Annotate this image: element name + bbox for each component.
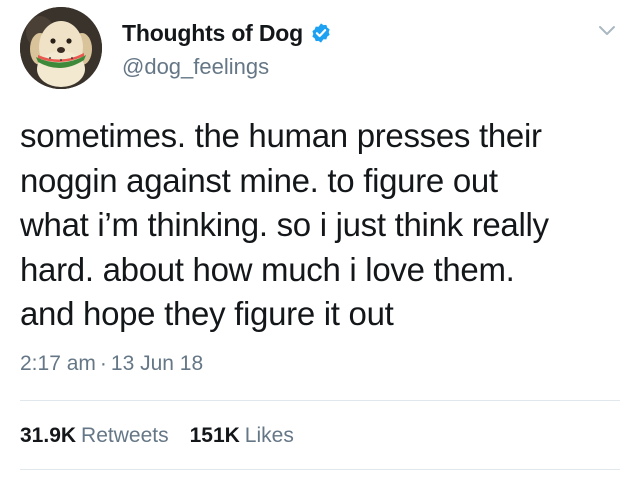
retweets-label: Retweets	[81, 424, 169, 447]
tweet-card: Thoughts of Dog @dog_feelings sometimes.…	[0, 0, 640, 478]
chevron-down-icon[interactable]	[596, 22, 618, 40]
display-name[interactable]: Thoughts of Dog	[122, 20, 303, 47]
user-handle[interactable]: @dog_feelings	[122, 54, 269, 80]
verified-badge-icon	[310, 22, 332, 44]
author-name-row: Thoughts of Dog	[122, 18, 332, 48]
tweet-stats: 31.9K Retweets 151K Likes	[20, 424, 315, 448]
tweet-date: 13 Jun 18	[110, 352, 204, 375]
tweet-time: 2:17 am	[20, 352, 96, 375]
dog-avatar-icon	[20, 7, 102, 89]
avatar[interactable]	[20, 7, 102, 89]
meta-separator: ·	[99, 352, 107, 375]
divider	[20, 400, 620, 401]
retweets-stat[interactable]: 31.9K Retweets	[20, 424, 169, 448]
likes-stat[interactable]: 151K Likes	[190, 424, 294, 448]
divider	[20, 469, 620, 470]
likes-label: Likes	[244, 424, 294, 447]
retweets-count: 31.9K	[20, 424, 77, 447]
tweet-timestamp[interactable]: 2:17 am · 13 Jun 18	[20, 352, 203, 376]
likes-count: 151K	[189, 424, 240, 447]
tweet-text: sometimes. the human presses their noggi…	[20, 117, 549, 332]
